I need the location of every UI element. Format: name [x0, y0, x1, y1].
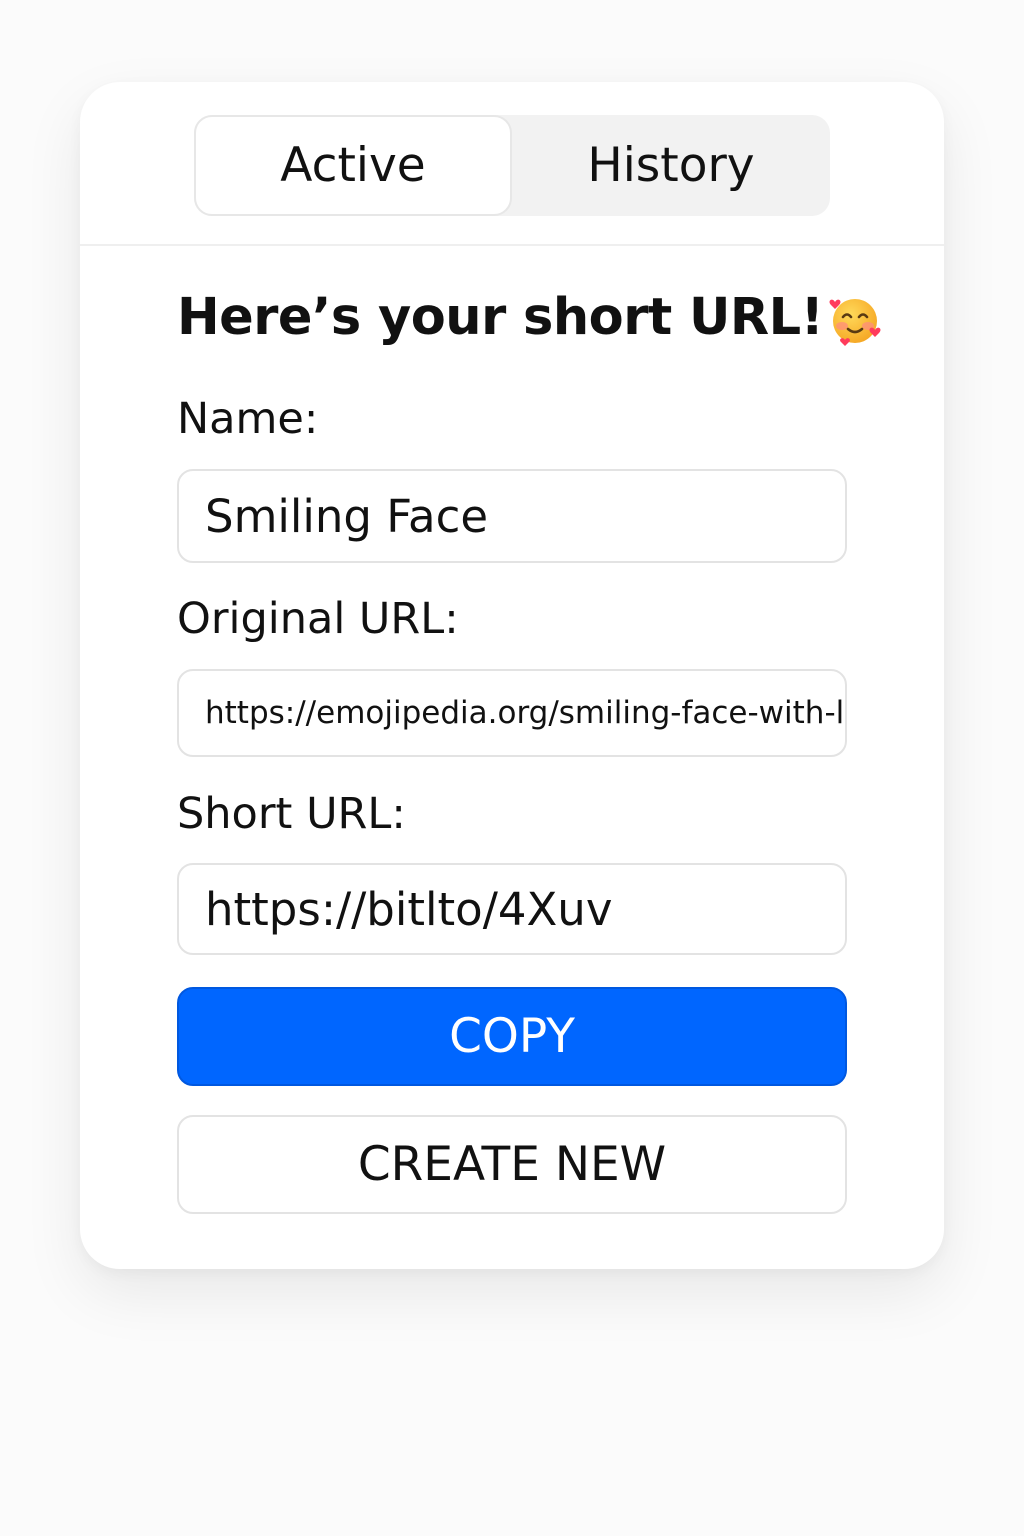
copy-button[interactable]: COPY — [177, 987, 847, 1086]
short-url-field[interactable]: https://bitlto/4Xuv — [177, 863, 847, 955]
original-url-field[interactable]: https://emojipedia.org/smiling-face-with… — [177, 669, 847, 757]
tab-active[interactable]: Active — [194, 115, 512, 216]
name-field-value: Smiling Face — [205, 489, 489, 543]
short-url-field-value: https://bitlto/4Xuv — [205, 882, 613, 936]
original-url-label: Original URL: — [177, 594, 459, 644]
tab-divider — [80, 244, 944, 246]
short-url-card: Active History Here’s your short URL! Na… — [80, 82, 944, 1269]
short-url-label: Short URL: — [177, 789, 406, 839]
page-title-text: Here’s your short URL! — [177, 288, 824, 347]
smiling-face-with-hearts-icon — [827, 292, 883, 348]
original-url-field-value: https://emojipedia.org/smiling-face-with… — [205, 695, 845, 731]
tab-switcher: Active History — [194, 115, 830, 216]
create-new-button[interactable]: CREATE NEW — [177, 1115, 847, 1214]
tab-history[interactable]: History — [512, 115, 830, 216]
name-label: Name: — [177, 394, 319, 444]
page-title: Here’s your short URL! — [177, 288, 883, 347]
name-field[interactable]: Smiling Face — [177, 469, 847, 563]
